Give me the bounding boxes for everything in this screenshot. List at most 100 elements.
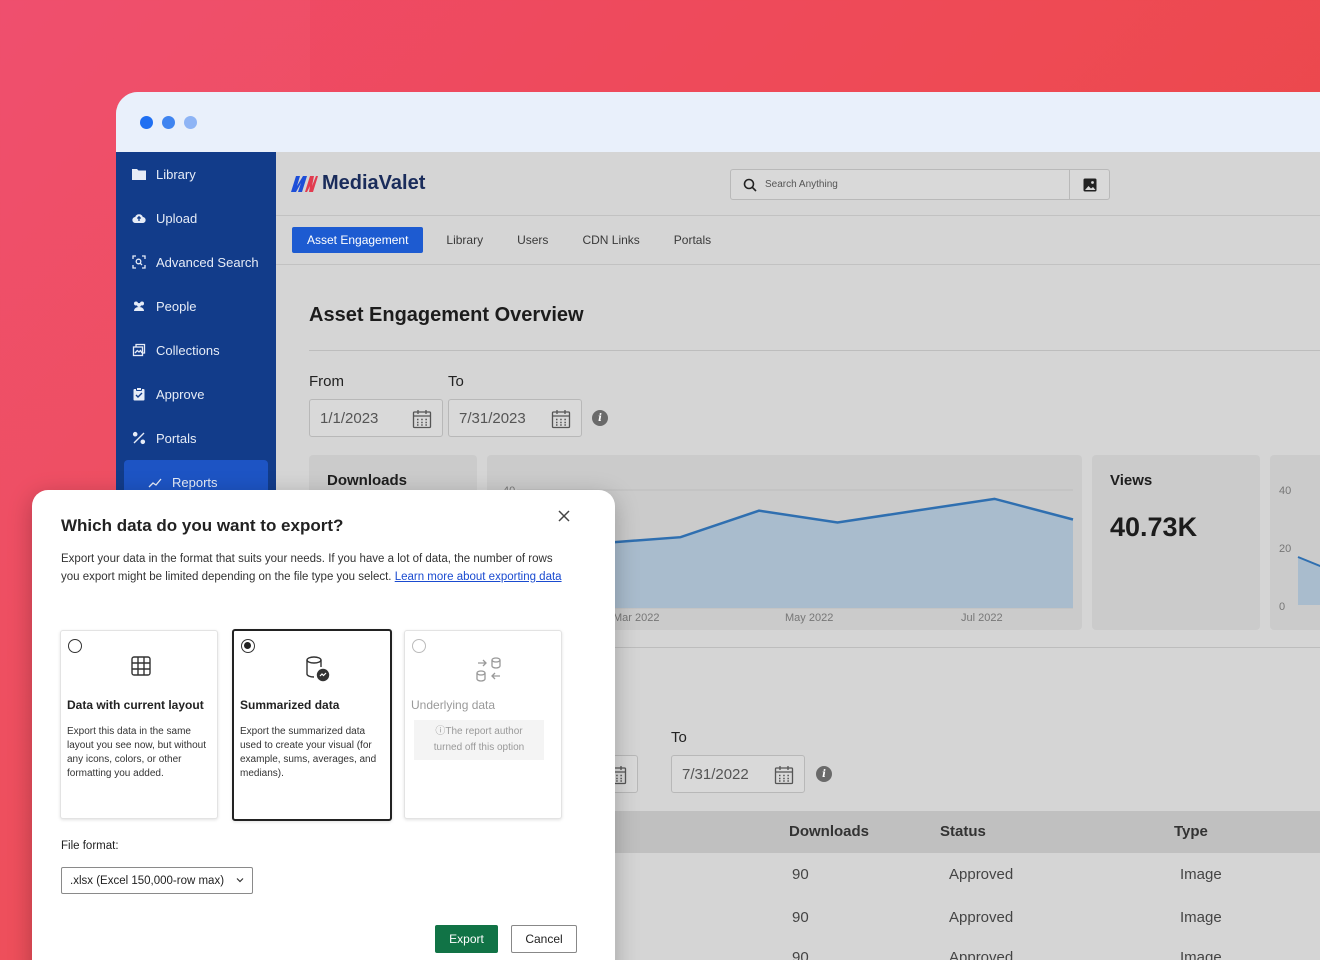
column-header-type[interactable]: Type — [1174, 823, 1208, 840]
close-icon[interactable] — [556, 508, 572, 524]
image-search-button[interactable] — [1069, 170, 1109, 199]
column-header-downloads[interactable]: Downloads — [789, 823, 869, 840]
info-icon[interactable]: i — [592, 410, 608, 426]
x-tick-label: Mar 2022 — [613, 612, 660, 624]
learn-more-link[interactable]: Learn more about exporting data — [395, 571, 562, 583]
option-current-layout[interactable]: Data with current layout Export this dat… — [60, 630, 218, 819]
to-date-input[interactable]: 7/31/2023 — [448, 399, 582, 437]
logo-text: MediaValet — [322, 172, 426, 194]
option-summarized-data[interactable]: Summarized data Export the summarized da… — [232, 629, 392, 821]
to-date-value: 7/31/2023 — [459, 409, 526, 427]
dialog-title: Which data do you want to export? — [61, 516, 344, 535]
calendar-icon[interactable] — [412, 409, 432, 429]
column-header-status[interactable]: Status — [940, 823, 986, 840]
cloud-upload-icon — [132, 211, 146, 225]
sidebar-item-label: Collections — [156, 342, 220, 358]
collections-icon — [132, 343, 146, 357]
to-date-input-2[interactable]: 7/31/2022 — [671, 755, 805, 793]
cell-status: Approved — [949, 949, 1014, 960]
dialog-description: Export your data in the format that suit… — [61, 551, 571, 586]
calendar-icon[interactable] — [551, 409, 571, 429]
from-date-value: 1/1/2023 — [320, 409, 379, 427]
views-chart-line — [1297, 556, 1320, 605]
logo[interactable]: MediaValet — [290, 172, 425, 195]
sidebar-item-label: Approve — [156, 386, 205, 402]
page-title: Asset Engagement Overview — [309, 304, 584, 326]
cell-downloads: 90 — [792, 949, 809, 960]
window-dot-3[interactable] — [184, 115, 197, 129]
file-format-select[interactable]: .xlsx (Excel 150,000-row max) — [61, 867, 253, 894]
option-title: Underlying data — [411, 698, 496, 712]
info-circle-icon: ⓘ — [435, 726, 446, 737]
window-dot-2[interactable] — [162, 115, 175, 129]
portals-icon — [132, 431, 146, 445]
window-titlebar — [116, 92, 1320, 152]
cell-downloads: 90 — [792, 909, 809, 926]
sidebar-item-people[interactable]: People — [116, 284, 276, 328]
views-card: Views 40.73K — [1092, 455, 1260, 630]
from-date-input[interactable]: 1/1/2023 — [309, 399, 443, 437]
file-format-value: .xlsx (Excel 150,000-row max) — [70, 874, 225, 887]
chevron-down-icon — [236, 878, 244, 883]
views-card-title: Views — [1110, 472, 1153, 489]
from-label: From — [309, 373, 344, 390]
option-title: Summarized data — [240, 698, 340, 712]
to-label-2: To — [671, 729, 687, 746]
sidebar-item-label: Library — [156, 166, 196, 182]
cell-type: Image — [1180, 909, 1222, 926]
to-label: To — [448, 373, 464, 390]
sidebar-item-label: Reports — [172, 474, 218, 490]
mediavalet-logo-icon — [291, 175, 318, 192]
option-text: Export this data in the same layout you … — [67, 726, 206, 779]
export-dialog: Which data do you want to export? Export… — [32, 490, 615, 960]
x-tick-label: Jul 2022 — [961, 612, 1003, 624]
tab-asset-engagement[interactable]: Asset Engagement — [292, 227, 424, 253]
tab-portals[interactable]: Portals — [657, 233, 728, 247]
views-value: 40.73K — [1110, 512, 1198, 542]
window-dot-1[interactable] — [140, 115, 153, 129]
folder-icon — [132, 167, 146, 181]
cancel-button[interactable]: Cancel — [511, 925, 577, 953]
radio-summarized-data[interactable] — [241, 639, 255, 653]
sidebar-item-approve[interactable]: Approve — [116, 372, 276, 416]
calendar-icon[interactable] — [774, 765, 794, 785]
tab-users[interactable]: Users — [500, 233, 565, 247]
sidebar-item-upload[interactable]: Upload — [116, 196, 276, 240]
sidebar-item-portals[interactable]: Portals — [116, 416, 276, 460]
tooltip-text: The report author turned off this option — [433, 726, 525, 753]
search-input[interactable]: Search Anything — [765, 179, 838, 190]
sidebar-item-advanced-search[interactable]: Advanced Search — [116, 240, 276, 284]
tab-bar: Asset Engagement Library Users CDN Links… — [276, 216, 1320, 265]
scan-search-icon — [132, 255, 146, 269]
export-button[interactable]: Export — [435, 925, 498, 953]
sidebar-item-library[interactable]: Library — [116, 152, 276, 196]
people-icon — [132, 299, 146, 313]
cell-status: Approved — [949, 866, 1014, 883]
reports-icon — [148, 475, 162, 489]
option-title: Data with current layout — [67, 698, 204, 712]
tab-cdn-links[interactable]: CDN Links — [565, 233, 656, 247]
topbar: MediaValet Search Anything — [276, 152, 1320, 216]
tab-library[interactable]: Library — [429, 233, 500, 247]
cell-status: Approved — [949, 909, 1014, 926]
to-date-value-2: 7/31/2022 — [682, 765, 749, 783]
option-text: Export the summarized data used to creat… — [240, 726, 377, 779]
title-divider — [309, 350, 1320, 351]
database-chart-icon — [306, 656, 330, 682]
table-header: Downloads Status Type — [576, 811, 1320, 853]
clipboard-check-icon — [132, 387, 146, 401]
area-fill — [602, 498, 1073, 608]
disabled-option-tooltip: ⓘThe report author turned off this optio… — [414, 720, 544, 760]
image-icon — [1083, 178, 1096, 191]
cell-downloads: 90 — [792, 866, 809, 883]
sidebar-item-label: Upload — [156, 210, 198, 226]
downloads-card-title: Downloads — [327, 472, 408, 489]
radio-underlying-data — [412, 639, 426, 653]
radio-current-layout[interactable] — [68, 639, 82, 653]
sidebar-item-collections[interactable]: Collections — [116, 328, 276, 372]
info-icon[interactable]: i — [816, 766, 832, 782]
cell-type: Image — [1180, 866, 1222, 883]
file-format-label: File format: — [61, 840, 119, 852]
search-box[interactable]: Search Anything — [730, 169, 1110, 200]
cell-type: Image — [1180, 949, 1222, 960]
